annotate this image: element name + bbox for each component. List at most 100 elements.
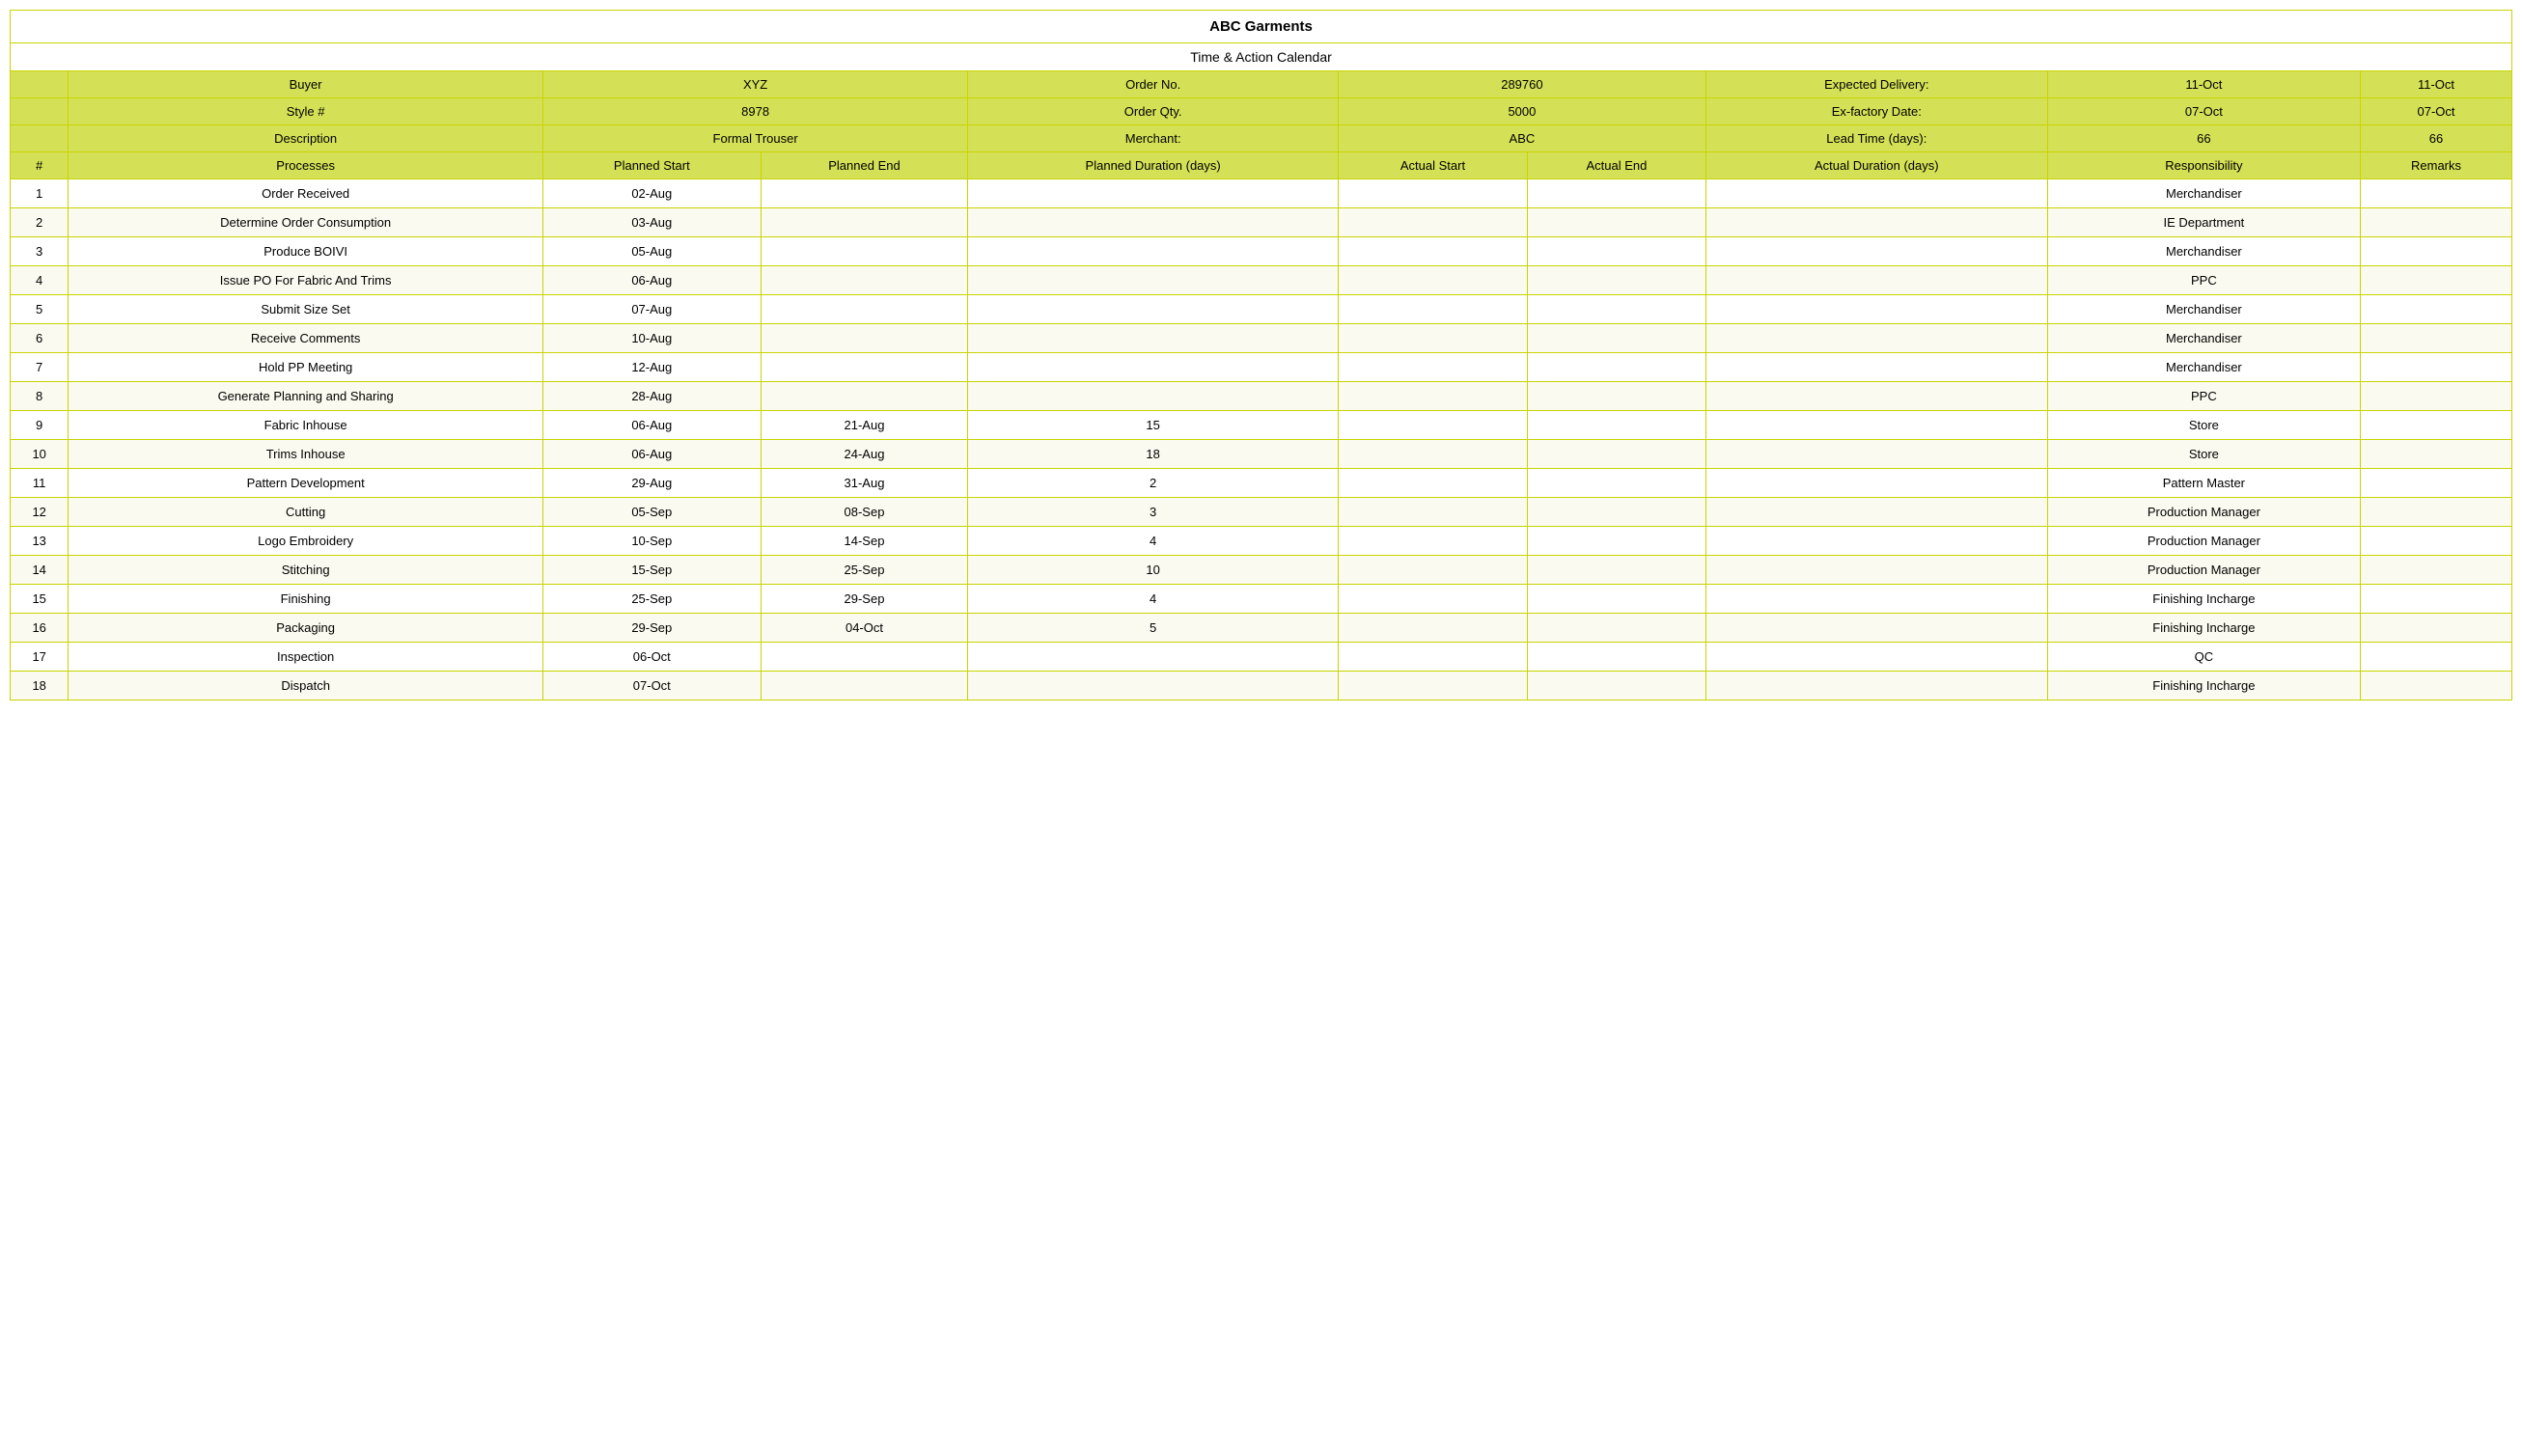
row-num: 15 <box>11 585 69 614</box>
row-num: 12 <box>11 498 69 527</box>
row-planned-dur <box>968 324 1339 353</box>
row-planned-dur <box>968 643 1339 672</box>
row-remarks <box>2361 353 2512 382</box>
row-planned-dur: 18 <box>968 440 1339 469</box>
desc-label-cell <box>11 125 69 152</box>
row-process: Inspection <box>69 643 543 672</box>
row-planned-end <box>761 208 968 237</box>
row-remarks <box>2361 324 2512 353</box>
table-row: 2Determine Order Consumption03-AugIE Dep… <box>11 208 2512 237</box>
row-responsibility: Merchandiser <box>2047 353 2360 382</box>
row-planned-end <box>761 266 968 295</box>
row-actual-start <box>1339 469 1528 498</box>
row-actual-start <box>1339 266 1528 295</box>
row-process: Generate Planning and Sharing <box>69 382 543 411</box>
row-remarks <box>2361 440 2512 469</box>
row-planned-dur <box>968 295 1339 324</box>
row-actual-start <box>1339 527 1528 556</box>
row-planned-start: 29-Sep <box>542 614 761 643</box>
row-num: 16 <box>11 614 69 643</box>
row-planned-dur: 4 <box>968 527 1339 556</box>
row-process: Logo Embroidery <box>69 527 543 556</box>
row-actual-dur <box>1705 411 2047 440</box>
row-responsibility: Finishing Incharge <box>2047 585 2360 614</box>
row-num: 5 <box>11 295 69 324</box>
row-planned-start: 05-Sep <box>542 498 761 527</box>
row-planned-end <box>761 382 968 411</box>
exfactory-value: 07-Oct <box>2047 98 2360 125</box>
row-actual-dur <box>1705 324 2047 353</box>
row-planned-end: 25-Sep <box>761 556 968 585</box>
table-row: 17Inspection06-OctQC <box>11 643 2512 672</box>
table-row: 9Fabric Inhouse06-Aug21-Aug15Store <box>11 411 2512 440</box>
row-actual-dur <box>1705 208 2047 237</box>
lead-time-val2: 66 <box>2361 125 2512 152</box>
row-actual-end <box>1527 643 1705 672</box>
table-row: 14Stitching15-Sep25-Sep10Production Mana… <box>11 556 2512 585</box>
table-row: 13Logo Embroidery10-Sep14-Sep4Production… <box>11 527 2512 556</box>
row-num: 11 <box>11 469 69 498</box>
row-remarks <box>2361 643 2512 672</box>
buyer-value: XYZ <box>542 71 967 98</box>
row-planned-start: 10-Sep <box>542 527 761 556</box>
row-num: 13 <box>11 527 69 556</box>
row-process: Cutting <box>69 498 543 527</box>
row-planned-end <box>761 295 968 324</box>
row-actual-end <box>1527 353 1705 382</box>
row-planned-dur <box>968 672 1339 701</box>
row-process: Packaging <box>69 614 543 643</box>
table-row: 4Issue PO For Fabric And Trims06-AugPPC <box>11 266 2512 295</box>
row-actual-dur <box>1705 556 2047 585</box>
row-remarks <box>2361 614 2512 643</box>
row-remarks <box>2361 295 2512 324</box>
row-num: 9 <box>11 411 69 440</box>
row-num: 10 <box>11 440 69 469</box>
page-wrapper: ABC Garments Time & Action Calendar Buye… <box>0 0 2522 710</box>
table-row: 16Packaging29-Sep04-Oct5Finishing Inchar… <box>11 614 2512 643</box>
row-actual-dur <box>1705 527 2047 556</box>
row-responsibility: Pattern Master <box>2047 469 2360 498</box>
row-responsibility: Merchandiser <box>2047 324 2360 353</box>
row-actual-end <box>1527 179 1705 208</box>
row-num: 2 <box>11 208 69 237</box>
row-planned-dur <box>968 353 1339 382</box>
style-label-cell <box>11 98 69 125</box>
row-num: 8 <box>11 382 69 411</box>
col-responsibility: Responsibility <box>2047 152 2360 179</box>
row-num: 14 <box>11 556 69 585</box>
row-actual-end <box>1527 237 1705 266</box>
buyer-label-cell <box>11 71 69 98</box>
row-actual-dur <box>1705 469 2047 498</box>
row-planned-end <box>761 672 968 701</box>
row-process: Produce BOIVI <box>69 237 543 266</box>
row-process: Hold PP Meeting <box>69 353 543 382</box>
row-planned-dur: 2 <box>968 469 1339 498</box>
row-process: Order Received <box>69 179 543 208</box>
row-process: Receive Comments <box>69 324 543 353</box>
row-responsibility: PPC <box>2047 382 2360 411</box>
row-process: Determine Order Consumption <box>69 208 543 237</box>
row-num: 7 <box>11 353 69 382</box>
row-actual-start <box>1339 237 1528 266</box>
row-planned-end: 04-Oct <box>761 614 968 643</box>
row-num: 1 <box>11 179 69 208</box>
style-label: Style # <box>69 98 543 125</box>
row-actual-start <box>1339 585 1528 614</box>
row-planned-start: 12-Aug <box>542 353 761 382</box>
exfactory-label: Ex-factory Date: <box>1705 98 2047 125</box>
row-actual-start <box>1339 643 1528 672</box>
row-planned-end: 14-Sep <box>761 527 968 556</box>
row-actual-end <box>1527 498 1705 527</box>
row-planned-dur: 5 <box>968 614 1339 643</box>
row-num: 3 <box>11 237 69 266</box>
row-actual-dur <box>1705 498 2047 527</box>
table-row: 18Dispatch07-OctFinishing Incharge <box>11 672 2512 701</box>
expected-delivery-val2: 11-Oct <box>2361 71 2512 98</box>
row-planned-end <box>761 643 968 672</box>
row-actual-start <box>1339 382 1528 411</box>
row-actual-end <box>1527 382 1705 411</box>
row-planned-start: 06-Oct <box>542 643 761 672</box>
row-planned-start: 07-Oct <box>542 672 761 701</box>
row-actual-start <box>1339 411 1528 440</box>
row-planned-dur <box>968 208 1339 237</box>
